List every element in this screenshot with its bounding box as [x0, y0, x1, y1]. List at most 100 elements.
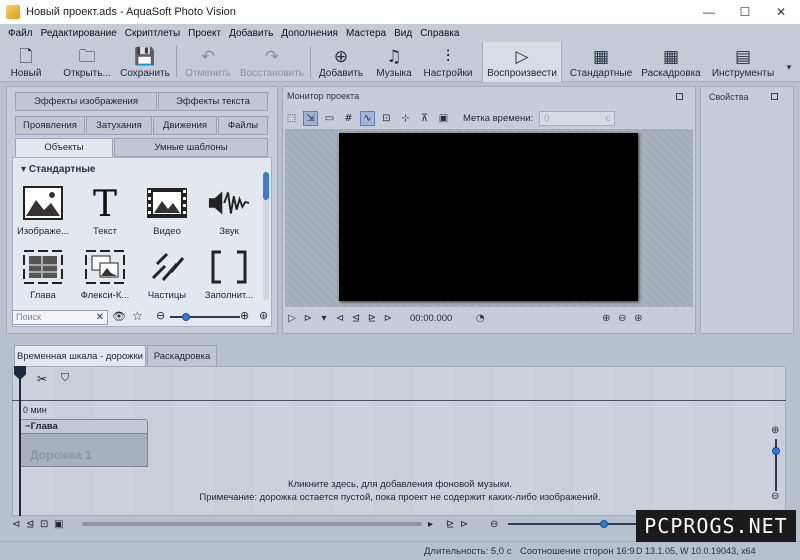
object-particles[interactable]: Частицы	[137, 248, 197, 316]
add-button[interactable]: ⊕ Добавить	[316, 42, 366, 82]
minimize-button[interactable]: —	[692, 0, 726, 24]
fast-forward-icon[interactable]: ⊳	[380, 313, 396, 324]
safe-area-icon[interactable]: ▭	[322, 111, 337, 126]
music-button[interactable]: ♫ Музыка	[372, 42, 416, 82]
tab-files[interactable]: Файлы	[218, 116, 268, 135]
toolbar-overflow-button[interactable]: ▾	[782, 42, 796, 82]
menu-project[interactable]: Проект	[184, 28, 225, 39]
maximize-panel-icon[interactable]	[771, 93, 778, 100]
tab-fade-out[interactable]: Затухания	[86, 116, 152, 135]
timestamp-input[interactable]: 0 с	[539, 110, 616, 126]
next-icon[interactable]: ⊵	[446, 519, 460, 530]
save-button[interactable]: 💾 Сохранить	[118, 42, 172, 82]
search-input[interactable]: Поиск ✕	[12, 310, 108, 325]
path-tool-icon[interactable]: ∿	[360, 110, 375, 126]
prev-frame-icon[interactable]: ⊴	[348, 313, 364, 324]
zoom-out-icon[interactable]: ⊖	[614, 313, 630, 324]
redo-button[interactable]: ↷ Восстановить	[238, 42, 306, 82]
timeline-vertical-zoom[interactable]: ⊕ ⊖	[771, 425, 781, 505]
star-icon[interactable]: ☆	[132, 309, 143, 323]
music-hint[interactable]: Кликните здесь, для добавления фоновой м…	[13, 478, 785, 504]
object-flexi-collage[interactable]: Флекси-К...	[75, 248, 135, 316]
remove-point-icon[interactable]: ⊼	[417, 111, 432, 126]
tab-motion[interactable]: Движения	[153, 116, 217, 135]
objects-scrollbar[interactable]	[263, 172, 269, 300]
play-button[interactable]: ▷ Воспроизвести	[482, 42, 562, 82]
zoom-fit-icon[interactable]: ⊛	[259, 309, 268, 322]
prev-icon[interactable]: ⊴	[26, 519, 40, 530]
menu-scriptlets[interactable]: Скриптлеты	[121, 28, 184, 39]
menu-wizards[interactable]: Мастера	[342, 28, 390, 39]
chapter-block[interactable]: − Глава Дорожка 1	[20, 419, 148, 467]
close-button[interactable]: ✕	[764, 0, 798, 24]
timeline-zoom-knob[interactable]	[600, 520, 608, 528]
horizontal-scrollbar[interactable]	[82, 522, 422, 526]
zoom-in-icon[interactable]: ⊕	[771, 425, 779, 436]
fit-tool-icon[interactable]: ⇲	[303, 110, 318, 126]
object-sound[interactable]: Звук	[199, 184, 259, 252]
tab-timeline-tracks[interactable]: Временная шкала - дорожки	[14, 345, 146, 367]
menu-help[interactable]: Справка	[416, 28, 463, 39]
scrollbar-thumb[interactable]	[263, 172, 269, 200]
settings-button[interactable]: ⫶ Настройки	[420, 42, 476, 82]
object-video[interactable]: Видео	[137, 184, 197, 252]
undo-button[interactable]: ↶ Отменить	[182, 42, 234, 82]
layout-icon: ▦	[592, 47, 610, 67]
chevron-down-icon[interactable]: ▾	[316, 313, 332, 324]
eye-icon[interactable]: 👁	[112, 310, 126, 323]
zoom-fit-icon[interactable]: ⊛	[630, 313, 646, 324]
volume-icon[interactable]: ◔	[472, 313, 488, 324]
tab-image-effects[interactable]: Эффекты изображения	[15, 92, 157, 111]
scroll-right-icon[interactable]: ▸	[428, 519, 442, 530]
grid-icon[interactable]: #	[341, 111, 356, 126]
play-from-icon[interactable]: ⊳	[300, 313, 316, 324]
object-image[interactable]: Изображе...	[13, 184, 73, 252]
object-placeholder[interactable]: Заполнит...	[199, 248, 259, 316]
clear-search-icon[interactable]: ✕	[96, 311, 104, 324]
rewind-icon[interactable]: ⊲	[332, 313, 348, 324]
menu-view[interactable]: Вид	[390, 28, 416, 39]
tab-storyboard[interactable]: Раскадровка	[147, 345, 217, 367]
zoom-in-icon[interactable]: ⊕	[240, 309, 249, 322]
tab-smart-templates[interactable]: Умные шаблоны	[114, 138, 268, 157]
overlay-icon[interactable]: ▣	[436, 111, 451, 126]
tools-button[interactable]: ▤ Инструменты	[708, 42, 778, 82]
preview-canvas[interactable]	[339, 133, 638, 301]
zoom-out-icon[interactable]: ⊖	[771, 491, 779, 502]
menu-add[interactable]: Добавить	[225, 28, 277, 39]
layout-standard-button[interactable]: ▦ Стандартные	[568, 42, 634, 82]
scissors-icon[interactable]: ✂	[37, 372, 47, 386]
thumbnail-size-slider[interactable]	[170, 316, 240, 318]
open-button[interactable]: 🗀 Открыть...	[60, 42, 114, 82]
chapter-icon	[21, 248, 65, 286]
object-text[interactable]: T Текст	[75, 184, 135, 252]
menu-addons[interactable]: Дополнения	[277, 28, 342, 39]
slider-knob[interactable]	[182, 313, 190, 321]
timeline-zoom-slider[interactable]	[508, 520, 638, 528]
new-button[interactable]: 🗋 Новый	[6, 42, 46, 82]
fit-icon[interactable]: ⊡	[40, 519, 54, 530]
playhead-line[interactable]	[19, 366, 21, 516]
tab-text-effects[interactable]: Эффекты текста	[158, 92, 268, 111]
select-tool-icon[interactable]: ⬚	[284, 111, 299, 126]
zoom-out-icon[interactable]: ⊖	[490, 519, 504, 530]
play-icon[interactable]: ▷	[284, 313, 300, 324]
zoom-out-icon[interactable]: ⊖	[156, 309, 165, 322]
frame-icon[interactable]: ▣	[54, 519, 68, 530]
menu-file[interactable]: Файл	[4, 28, 37, 39]
add-point-icon[interactable]: ⊹	[398, 111, 413, 126]
go-start-icon[interactable]: ⊲	[12, 519, 26, 530]
object-chapter[interactable]: Глава	[13, 248, 73, 316]
go-end-icon[interactable]: ⊳	[460, 519, 474, 530]
next-frame-icon[interactable]: ⊵	[364, 313, 380, 324]
vertical-zoom-knob[interactable]	[772, 447, 780, 455]
marker-icon[interactable]: ⛉	[61, 372, 69, 385]
maximize-button[interactable]: ☐	[728, 0, 762, 24]
tab-objects[interactable]: Объекты	[15, 138, 113, 157]
camera-icon[interactable]: ⊡	[379, 111, 394, 126]
tab-fade-in[interactable]: Проявления	[15, 116, 85, 135]
menu-edit[interactable]: Редактирование	[37, 28, 121, 39]
maximize-panel-icon[interactable]	[676, 93, 683, 100]
layout-storyboard-button[interactable]: ▦ Раскадровка	[638, 42, 704, 82]
zoom-in-icon[interactable]: ⊕	[598, 313, 614, 324]
